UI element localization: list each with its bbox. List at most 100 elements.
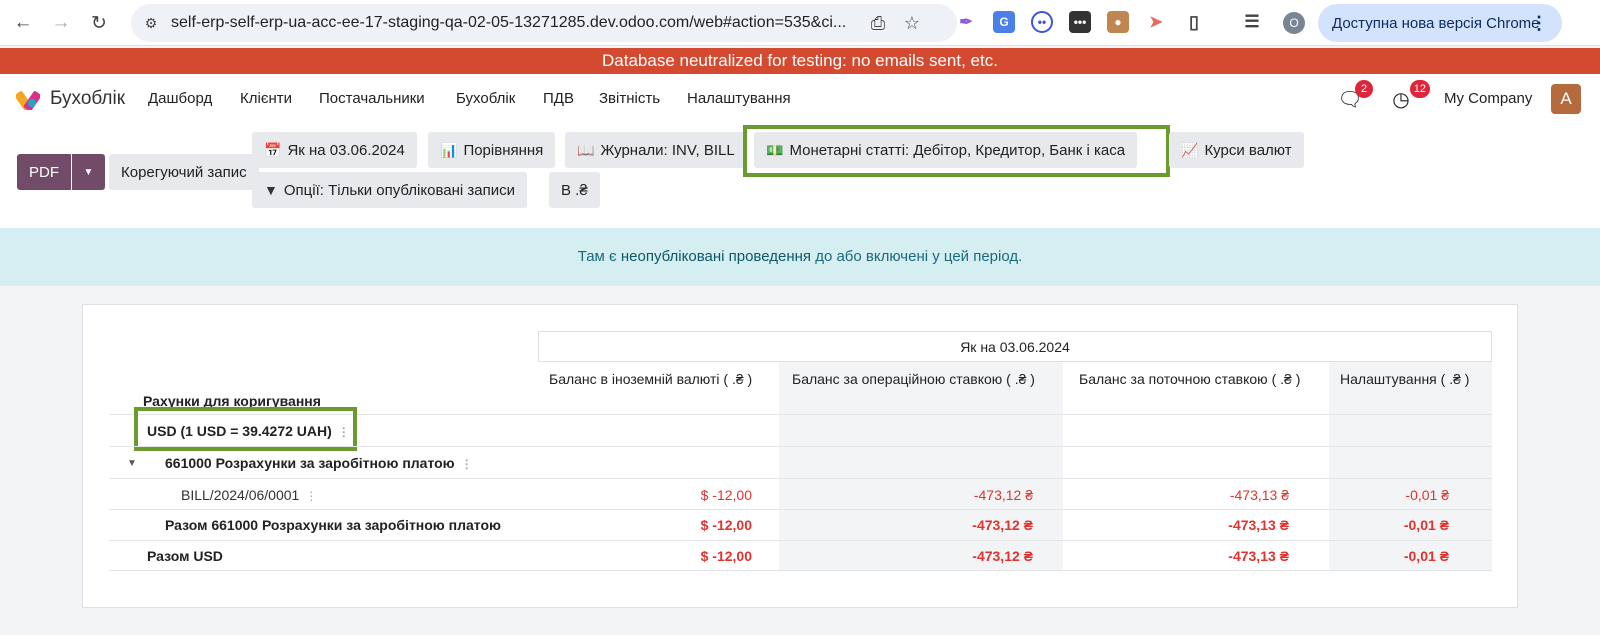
- report-card: Як на 03.06.2024 Баланс в іноземній валю…: [82, 304, 1518, 608]
- line-chart-icon: 📈: [1181, 141, 1199, 158]
- back-icon[interactable]: ←: [10, 10, 36, 36]
- comparison-filter-button[interactable]: 📊 Порівняння: [428, 132, 556, 168]
- caret-down-icon: ▼: [83, 166, 94, 178]
- control-panel: PDF ▼ Корегуючий запис 📅 Як на 03.06.2024…: [0, 122, 1600, 228]
- journals-label: Журнали: INV, BILL: [600, 141, 735, 159]
- row-divider: [109, 446, 1492, 447]
- adjustment-entry-button[interactable]: Корегуючий запис: [109, 154, 259, 190]
- account-row[interactable]: 661000 Розрахунки за заробітною платою ⋮: [165, 455, 473, 471]
- account-total-label: Разом 661000 Розрахунки за заробітною пл…: [165, 517, 501, 533]
- pdf-dropdown-toggle[interactable]: ▼: [72, 154, 105, 190]
- site-info-icon[interactable]: ⚙: [139, 11, 163, 35]
- col-current-rate[interactable]: Баланс за поточною ставкою ( .₴ ): [1079, 371, 1300, 387]
- collapse-caret-icon[interactable]: ▼: [127, 458, 137, 469]
- browser-toolbar: ← → ↻ ⚙ self-erp-self-erp-ua-acc-ee-17-s…: [0, 0, 1600, 46]
- calendar-icon: 📅: [264, 141, 282, 158]
- row-divider: [109, 478, 1492, 479]
- line-current-balance: -473,13 ₴: [1229, 487, 1289, 503]
- unposted-entries-link[interactable]: неопубліковані проведення: [621, 248, 811, 265]
- activities-badge: 12: [1409, 80, 1430, 98]
- currency-rates-label: Курси валют: [1204, 141, 1292, 159]
- row-divider: [109, 540, 1492, 541]
- col-operational-rate[interactable]: Баланс за операційною ставкою ( .₴ ): [792, 371, 1035, 387]
- app-navbar: Бухоблік Дашборд Клієнти Постачальники Б…: [0, 74, 1600, 122]
- line-foreign-balance: $ -12,00: [700, 487, 752, 503]
- line-operational-balance: -473,12 ₴: [973, 487, 1033, 503]
- shaded-column-operational: [779, 357, 1063, 571]
- currency-total-foreign: $ -12,00: [700, 548, 752, 564]
- reload-icon[interactable]: ↻: [86, 10, 112, 36]
- install-app-icon[interactable]: ⎙: [867, 12, 889, 34]
- chrome-update-button[interactable]: Доступна нова версія Chrome ⋮: [1318, 4, 1562, 42]
- account-total-current: -473,13 ₴: [1228, 517, 1289, 533]
- account-total-adjustment: -0,01 ₴: [1403, 517, 1449, 533]
- media-queue-icon[interactable]: ☰: [1241, 11, 1263, 33]
- menu-vat[interactable]: ПДВ: [543, 90, 574, 107]
- profile-avatar[interactable]: O: [1283, 12, 1305, 34]
- col-foreign-balance[interactable]: Баланс в іноземній валюті ( .₴ ): [549, 371, 752, 387]
- bookmark-star-icon[interactable]: ☆: [901, 12, 923, 34]
- date-filter-label: Як на 03.06.2024: [287, 141, 405, 159]
- kebab-menu-icon[interactable]: ⋮: [1530, 13, 1548, 34]
- currency-total-current: -473,13 ₴: [1228, 548, 1289, 564]
- date-filter-button[interactable]: 📅 Як на 03.06.2024: [252, 132, 417, 168]
- funnel-icon: ▼: [264, 182, 278, 198]
- alert-suffix: до або включені у цей період.: [815, 248, 1023, 265]
- account-total-operational: -473,12 ₴: [972, 517, 1033, 533]
- unposted-entries-alert: Там є неопубліковані проведення до або в…: [0, 228, 1600, 286]
- options-label: Опції: Тільки опубліковані записи: [283, 181, 515, 199]
- menu-customers[interactable]: Клієнти: [240, 90, 292, 107]
- feather-extension-icon[interactable]: ✒: [955, 11, 977, 33]
- face-extension-icon[interactable]: ••: [1031, 11, 1053, 33]
- translate-extension-icon[interactable]: G: [993, 11, 1015, 33]
- move-line-row[interactable]: BILL/2024/06/0001 ⋮: [181, 487, 317, 503]
- extensions-puzzle-icon[interactable]: ▯: [1183, 11, 1205, 33]
- line-adjustment: -0,01 ₴: [1405, 487, 1449, 503]
- company-switcher[interactable]: My Company: [1444, 90, 1532, 107]
- password-extension-icon[interactable]: •••: [1069, 11, 1091, 33]
- accounting-app-icon[interactable]: [16, 86, 40, 110]
- spy-extension-icon[interactable]: ●: [1107, 11, 1129, 33]
- highlight-monetary-filter: [743, 125, 1170, 177]
- address-bar[interactable]: ⚙ self-erp-self-erp-ua-acc-ee-17-staging…: [131, 4, 957, 42]
- messages-badge: 2: [1355, 80, 1373, 98]
- period-header: Як на 03.06.2024: [538, 331, 1492, 362]
- menu-configuration[interactable]: Налаштування: [687, 90, 791, 107]
- record-extension-icon[interactable]: ➤: [1145, 11, 1167, 33]
- currency-rates-button[interactable]: 📈 Курси валют: [1169, 132, 1304, 168]
- messages-icon[interactable]: 🗨 2: [1337, 80, 1373, 112]
- activities-clock-icon[interactable]: ◷ 12: [1388, 80, 1430, 112]
- app-name[interactable]: Бухоблік: [50, 88, 125, 110]
- adjustment-entry-label: Корегуючий запис: [121, 163, 247, 181]
- row-menu-icon[interactable]: ⋮: [305, 489, 317, 503]
- account-label: 661000 Розрахунки за заробітною платою: [165, 455, 455, 471]
- journals-filter-button[interactable]: 📖 Журнали: INV, BILL: [565, 132, 747, 168]
- col-adjustment[interactable]: Налаштування ( .₴ ): [1340, 371, 1469, 387]
- currency-toggle-button[interactable]: В .₴: [549, 172, 600, 208]
- menu-dashboard[interactable]: Дашборд: [148, 90, 212, 107]
- highlight-currency-rate: [134, 407, 357, 451]
- account-total-foreign: $ -12,00: [700, 517, 752, 533]
- shaded-column-adjustment: [1329, 357, 1492, 571]
- currency-toggle-label: В .₴: [561, 181, 588, 199]
- currency-total-adjustment: -0,01 ₴: [1403, 548, 1449, 564]
- currency-total-label: Разом USD: [147, 548, 223, 564]
- forward-icon[interactable]: →: [48, 10, 74, 36]
- url-text: self-erp-self-erp-ua-acc-ee-17-staging-q…: [171, 14, 847, 31]
- menu-reporting[interactable]: Звітність: [599, 90, 660, 107]
- row-menu-icon[interactable]: ⋮: [461, 457, 473, 471]
- row-divider: [109, 509, 1492, 510]
- options-filter-button[interactable]: ▼ Опції: Тільки опубліковані записи: [252, 172, 527, 208]
- neutralized-banner: Database neutralized for testing: no ema…: [0, 48, 1600, 74]
- user-avatar[interactable]: A: [1551, 84, 1581, 114]
- pdf-button[interactable]: PDF: [17, 154, 71, 190]
- menu-vendors[interactable]: Постачальники: [319, 90, 425, 107]
- row-divider: [109, 570, 1492, 571]
- book-icon: 📖: [577, 141, 595, 158]
- move-line-label: BILL/2024/06/0001: [181, 487, 300, 503]
- bar-chart-icon: 📊: [440, 141, 458, 158]
- alert-prefix: Там є: [577, 248, 617, 265]
- currency-total-operational: -473,12 ₴: [972, 548, 1033, 564]
- comparison-label: Порівняння: [463, 141, 544, 159]
- menu-accounting[interactable]: Бухоблік: [456, 90, 515, 107]
